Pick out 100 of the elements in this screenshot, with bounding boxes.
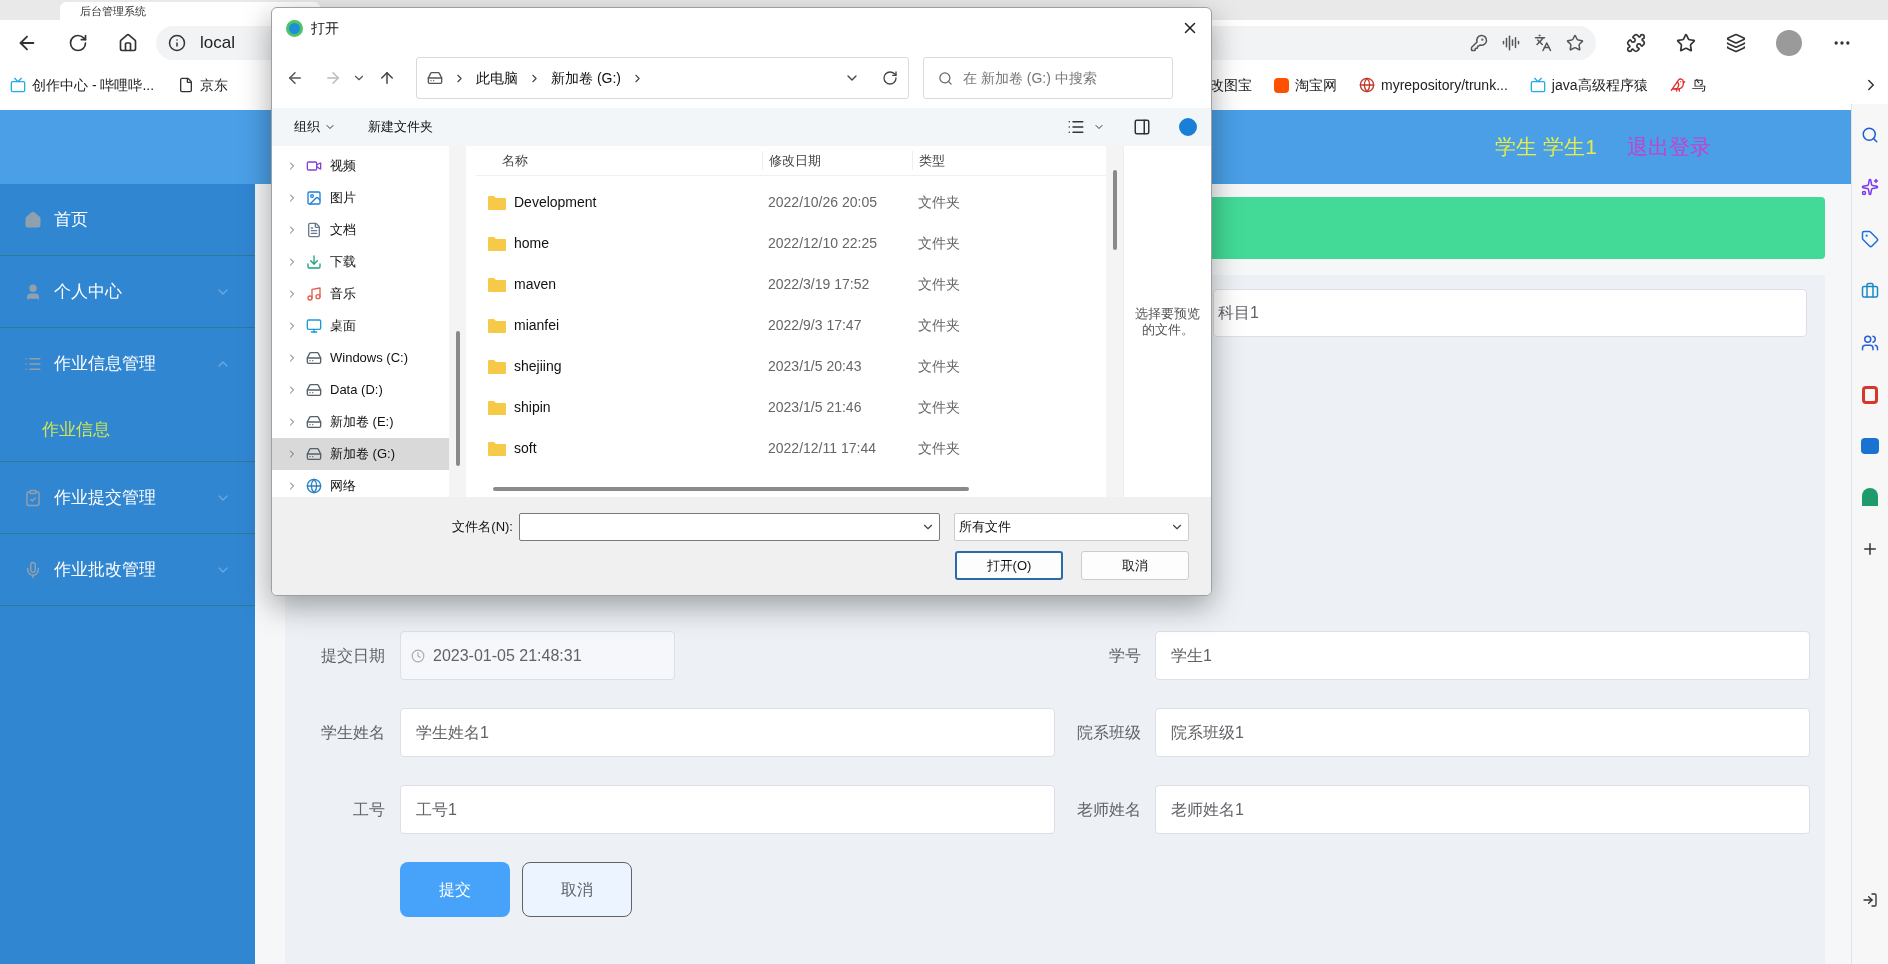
- home-icon: [24, 210, 42, 229]
- column-header[interactable]: 修改日期: [762, 150, 912, 171]
- date-field[interactable]: 2023-01-05 21:48:31: [400, 631, 675, 680]
- folder-icon: [488, 359, 506, 374]
- path-segment[interactable]: 新加卷 (G:): [551, 67, 621, 89]
- clipboard-icon: [24, 488, 42, 507]
- search-icon[interactable]: [1861, 126, 1879, 144]
- file-row[interactable]: mianfei 2022/9/3 17:47 文件夹: [476, 305, 1106, 346]
- back-icon[interactable]: [286, 69, 304, 87]
- desktop-icon: [306, 318, 322, 334]
- filename-field[interactable]: [519, 513, 940, 541]
- tree-item[interactable]: 图片: [272, 182, 449, 214]
- sparkle-icon[interactable]: [1861, 178, 1879, 196]
- open-button[interactable]: 打开(O): [955, 551, 1063, 580]
- new-folder-button[interactable]: 新建文件夹: [368, 117, 1067, 137]
- tree-item[interactable]: 下载: [272, 246, 449, 278]
- bookmark[interactable]: 淘宝网: [1274, 74, 1337, 96]
- view-icon[interactable]: [1067, 118, 1085, 136]
- field-label: 工号: [352, 799, 386, 820]
- music-icon: [306, 286, 322, 302]
- avatar[interactable]: [1776, 30, 1802, 56]
- favorites-icon[interactable]: [1676, 33, 1696, 53]
- refresh-icon[interactable]: [882, 70, 898, 86]
- input-field[interactable]: 学生1: [1155, 631, 1810, 680]
- bookmark[interactable]: 京东: [178, 74, 229, 96]
- network-icon: [306, 478, 322, 494]
- field-label: 学号: [1108, 645, 1142, 666]
- drive-icon: [306, 446, 322, 462]
- people-icon[interactable]: [1861, 334, 1879, 352]
- menu-item[interactable]: 个人中心: [0, 256, 255, 327]
- search-field[interactable]: 在 新加卷 (G:) 中搜索: [923, 57, 1173, 99]
- tree-item[interactable]: 新加卷 (G:): [272, 438, 449, 470]
- tree-item[interactable]: 视频: [272, 150, 449, 182]
- file-row[interactable]: home 2022/12/10 22:25 文件夹: [476, 223, 1106, 264]
- tv-icon: [1529, 77, 1546, 93]
- video-icon: [306, 158, 322, 174]
- globe-icon: [1359, 77, 1375, 93]
- input-field[interactable]: 科目1: [1213, 289, 1807, 337]
- menu-item[interactable]: 首页: [0, 184, 255, 255]
- tree-item[interactable]: 网络: [272, 470, 449, 497]
- field-label: 老师姓名: [1076, 799, 1142, 820]
- key-icon[interactable]: [1470, 34, 1488, 52]
- menu-item[interactable]: 作业提交管理: [0, 462, 255, 533]
- read-aloud-icon[interactable]: [1502, 34, 1520, 52]
- field-label: 提交日期: [320, 645, 386, 666]
- cancel-button[interactable]: 取消: [1081, 551, 1189, 580]
- briefcase-icon[interactable]: [1861, 282, 1879, 300]
- tree-item[interactable]: 文档: [272, 214, 449, 246]
- input-field[interactable]: 工号1: [400, 785, 1055, 834]
- tag-icon[interactable]: [1861, 230, 1879, 248]
- panel-icon[interactable]: [1862, 892, 1878, 908]
- tree-item[interactable]: 桌面: [272, 310, 449, 342]
- folder-icon: [488, 318, 506, 333]
- input-field[interactable]: 学生姓名1: [400, 708, 1055, 757]
- tree-item[interactable]: 音乐: [272, 278, 449, 310]
- up-icon[interactable]: [378, 69, 396, 87]
- image-icon: [306, 190, 322, 206]
- column-header[interactable]: 类型: [912, 150, 945, 171]
- logo-icon: [1274, 77, 1289, 93]
- path-segment[interactable]: 此电脑: [476, 67, 518, 89]
- menu-item[interactable]: 作业信息管理: [0, 328, 255, 399]
- home-icon[interactable]: [118, 33, 138, 53]
- tree-item[interactable]: Windows (C:): [272, 342, 449, 374]
- bird-icon: [1669, 77, 1686, 93]
- collections-icon[interactable]: [1726, 33, 1746, 53]
- download-icon: [306, 254, 322, 270]
- extensions-icon[interactable]: [1626, 33, 1646, 53]
- file-row[interactable]: shejiing 2023/1/5 20:43 文件夹: [476, 346, 1106, 387]
- file-row[interactable]: shipin 2023/1/5 21:46 文件夹: [476, 387, 1106, 428]
- organize-menu[interactable]: 组织: [294, 117, 336, 137]
- tree-item[interactable]: 新加卷 (E:): [272, 406, 449, 438]
- input-field[interactable]: 老师姓名1: [1155, 785, 1810, 834]
- path-bar[interactable]: 此电脑 新加卷 (G:): [416, 57, 909, 99]
- info-icon: [168, 34, 186, 52]
- folder-icon: [488, 441, 506, 456]
- browser-logo-icon: [286, 19, 303, 37]
- page-icon: [178, 77, 195, 93]
- file-row[interactable]: soft 2022/12/11 17:44 文件夹: [476, 428, 1106, 469]
- tree-item[interactable]: Data (D:): [272, 374, 449, 406]
- field-label: 学生姓名: [320, 722, 386, 743]
- add-icon[interactable]: [1861, 540, 1879, 558]
- filter-select[interactable]: 所有文件: [954, 513, 1189, 541]
- preview-pane-icon[interactable]: [1133, 118, 1151, 136]
- star-icon[interactable]: [1566, 34, 1584, 52]
- computer-icon: [427, 70, 443, 86]
- bookmark[interactable]: 创作中心 - 哔哩哔...: [10, 74, 155, 96]
- microphone-icon: [24, 560, 42, 579]
- translate-icon[interactable]: [1534, 34, 1552, 52]
- file-row[interactable]: maven 2022/3/19 17:52 文件夹: [476, 264, 1106, 305]
- bookmark[interactable]: 鸟: [1669, 74, 1706, 96]
- drive-icon: [306, 350, 322, 366]
- bookmark[interactable]: myrepository/trunk...: [1359, 74, 1508, 96]
- input-field[interactable]: 院系班级1: [1155, 708, 1810, 757]
- file-row[interactable]: Development 2022/10/26 20:05 文件夹: [476, 182, 1106, 223]
- cancel-button[interactable]: 取消: [522, 862, 632, 917]
- menu-item[interactable]: 作业批改管理: [0, 534, 255, 605]
- bookmark[interactable]: java高级程序猿: [1529, 74, 1648, 96]
- preview-message: 选择要预览的文件。: [1134, 306, 1201, 339]
- column-header[interactable]: 名称: [476, 150, 762, 171]
- refresh-icon[interactable]: [68, 33, 88, 53]
